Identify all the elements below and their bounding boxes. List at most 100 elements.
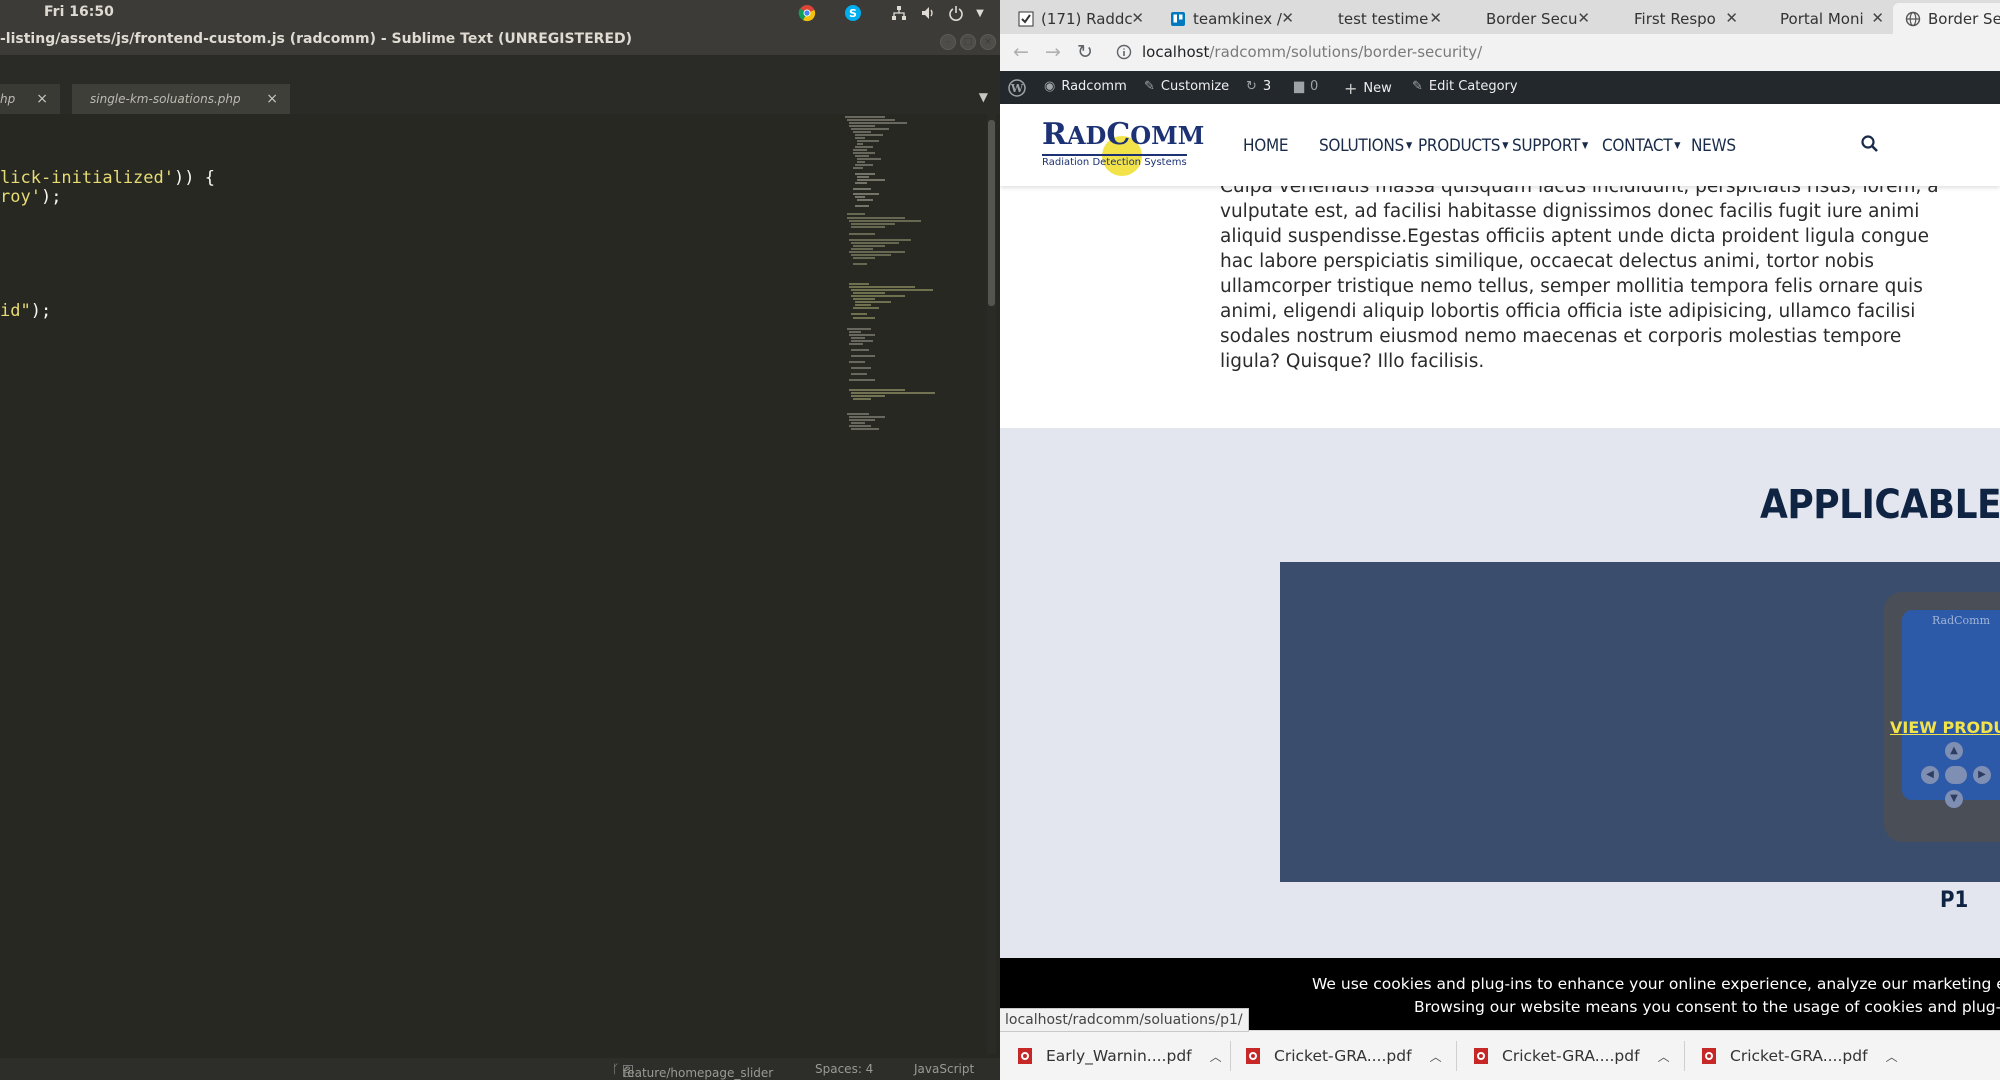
status-bar: ᚴ feature/homepage_slider 3 Spaces: 4 Ja… — [0, 1058, 1000, 1080]
browser-tab[interactable]: Border Secu ✕ — [1486, 3, 1596, 34]
address-bar[interactable]: localhost/radcomm/solutions/border-secur… — [1142, 43, 1482, 61]
brush-icon: ✎ — [1144, 79, 1155, 94]
divider — [1230, 1041, 1231, 1071]
page-content: Culpa venenatis massa quisquam lacus inc… — [1000, 186, 2000, 428]
downloads-bar: Early_Warnin....pdf ︿ Cricket-GRA....pdf ︿… — [1000, 1030, 2000, 1080]
product-card[interactable]: RadComm ▲ ◀ ▶ ▼ VIEW PRODUC — [1280, 562, 2000, 882]
wp-comments-link[interactable]: ▆ 0 — [1294, 79, 1318, 94]
editor-tab-label: hp — [0, 92, 16, 106]
cookie-text-line: Browsing our website means you consent t… — [1414, 998, 2000, 1016]
window-title-bar: -listing/assets/js/frontend-custom.js (r… — [0, 25, 1000, 55]
wp-customize-link[interactable]: ✎ Customize — [1144, 79, 1229, 94]
wp-site-link[interactable]: ◉ Radcomm — [1044, 79, 1127, 94]
site-header: RADCOMM Radiation Detection Systems HOME… — [1000, 104, 2000, 186]
editor-tab[interactable]: hp × — [0, 84, 60, 114]
logo-tagline: Radiation Detection Systems — [1042, 154, 1187, 168]
reload-button[interactable]: ↻ — [1074, 41, 1096, 63]
pdf-file-icon — [1246, 1048, 1260, 1064]
nav-contact[interactable]: CONTACT ▼ — [1602, 136, 1681, 156]
clock[interactable]: Fri 16:50 — [44, 4, 114, 20]
trello-icon — [1170, 11, 1186, 27]
editor-tab-bar: hp × single-km-soluations.php × ▼ — [0, 80, 1000, 114]
minimap[interactable] — [845, 114, 965, 514]
ubuntu-top-panel: Fri 16:50 S ▼ — [0, 0, 1000, 25]
editor-tab-active[interactable]: single-km-soluations.php × — [72, 84, 290, 114]
code-line: id"); — [0, 301, 52, 321]
syntax-status[interactable]: JavaScript — [914, 1062, 974, 1076]
nav-solutions[interactable]: SOLUTIONS ▼ — [1319, 136, 1412, 156]
close-icon[interactable]: ✕ — [1281, 9, 1294, 27]
svg-text:W: W — [1010, 82, 1024, 95]
product-name[interactable]: P1 — [1940, 888, 1968, 913]
chevron-down-icon[interactable]: ▼ — [970, 3, 990, 23]
wordpress-icon[interactable]: W — [1008, 79, 1026, 97]
browser-tab[interactable]: teamkinex / ✕ — [1170, 3, 1300, 34]
tab-dropdown-icon[interactable]: ▼ — [979, 90, 988, 104]
section-heading: APPLICABLE PI — [1760, 482, 2000, 528]
close-icon[interactable]: × — [266, 91, 278, 107]
caret-down-icon: ▼ — [1582, 141, 1588, 151]
wp-updates-link[interactable]: ↻ 3 — [1246, 79, 1271, 94]
dashboard-icon: ◉ — [1044, 79, 1056, 94]
chevron-up-icon: ︿ — [1429, 1049, 1442, 1064]
git-branch-status[interactable]: ᚴ feature/homepage_slider 3 — [612, 1062, 773, 1080]
nav-products[interactable]: PRODUCTS ▼ — [1418, 136, 1508, 156]
comment-icon: ▆ — [1294, 79, 1304, 94]
device-brand-label: RadComm — [1932, 614, 1991, 627]
body-paragraph: Culpa venenatis massa quisquam lacus inc… — [1220, 186, 1939, 372]
logo-wordmark: RADCOMM — [1042, 117, 1205, 152]
nav-home[interactable]: HOME — [1243, 136, 1289, 156]
back-button[interactable]: ← — [1010, 41, 1032, 63]
minimize-button[interactable]: – — [940, 34, 956, 50]
chevron-up-icon: ︿ — [1885, 1049, 1898, 1064]
maximize-button[interactable]: □ — [960, 34, 976, 50]
code-line: lick-initialized')) { — [0, 168, 215, 188]
chevron-up-icon: ︿ — [1209, 1049, 1222, 1064]
close-button[interactable]: × — [980, 34, 996, 50]
indentation-status[interactable]: Spaces: 4 — [815, 1062, 873, 1076]
download-item[interactable]: Cricket-GRA....pdf ︿ — [1474, 1043, 1670, 1069]
pdf-file-icon — [1018, 1048, 1032, 1064]
download-item[interactable]: Cricket-GRA....pdf ︿ — [1702, 1043, 1898, 1069]
scrollbar-thumb[interactable] — [988, 120, 995, 306]
close-icon[interactable]: × — [36, 91, 48, 107]
browser-tab[interactable]: First Respo ✕ — [1634, 3, 1744, 34]
close-icon[interactable]: ✕ — [1577, 9, 1590, 27]
wp-new-link[interactable]: + New — [1344, 79, 1392, 98]
globe-icon — [1905, 11, 1921, 27]
window-title: -listing/assets/js/frontend-custom.js (r… — [0, 31, 633, 47]
power-icon[interactable] — [946, 3, 966, 23]
close-icon[interactable]: ✕ — [1429, 9, 1442, 27]
network-icon[interactable] — [889, 3, 909, 23]
skype-icon[interactable]: S — [843, 3, 863, 23]
browser-tab-active[interactable]: Border Sec — [1893, 3, 2000, 34]
browser-tab[interactable]: test testime ✕ — [1338, 3, 1448, 34]
browser-toolbar: ← → ↻ localhost/radcomm/solutions/border… — [1000, 34, 2000, 72]
cookie-text-line: We use cookies and plug-ins to enhance y… — [1312, 975, 2000, 993]
sublime-text-window: Fri 16:50 S ▼ -listing/assets/js/fronten… — [0, 0, 1000, 1080]
code-line: roy'); — [0, 187, 62, 207]
code-editor[interactable]: lick-initialized')) { roy'); id"); — [0, 114, 1000, 1058]
info-icon[interactable] — [1116, 44, 1132, 64]
download-item[interactable]: Cricket-GRA....pdf ︿ — [1246, 1043, 1442, 1069]
wp-edit-category-link[interactable]: ✎ Edit Category — [1412, 79, 1518, 94]
nav-support[interactable]: SUPPORT ▼ — [1512, 136, 1588, 156]
volume-icon[interactable] — [918, 3, 938, 23]
device-down-arrow-icon: ▼ — [1945, 790, 1963, 808]
close-icon[interactable]: ✕ — [1131, 9, 1144, 27]
browser-tab[interactable]: Portal Moni ✕ — [1780, 3, 1890, 34]
view-product-link[interactable]: VIEW PRODUC — [1890, 718, 2000, 737]
close-icon[interactable]: ✕ — [1725, 9, 1738, 27]
forward-button[interactable]: → — [1042, 41, 1064, 63]
divider — [1684, 1041, 1685, 1071]
device-right-arrow-icon: ▶ — [1973, 766, 1991, 784]
close-icon[interactable]: ✕ — [1871, 9, 1884, 27]
device-left-arrow-icon: ◀ — [1921, 766, 1939, 784]
search-icon[interactable] — [1860, 134, 1880, 154]
nav-news[interactable]: NEWS — [1691, 136, 1736, 156]
chrome-icon[interactable] — [797, 3, 817, 23]
radcomm-logo[interactable]: RADCOMM Radiation Detection Systems — [1042, 114, 1204, 176]
download-item[interactable]: Early_Warnin....pdf ︿ — [1018, 1043, 1222, 1069]
browser-tab[interactable]: (171) Raddc ✕ — [1018, 3, 1150, 34]
editor-tab-label: single-km-soluations.php — [90, 92, 241, 106]
